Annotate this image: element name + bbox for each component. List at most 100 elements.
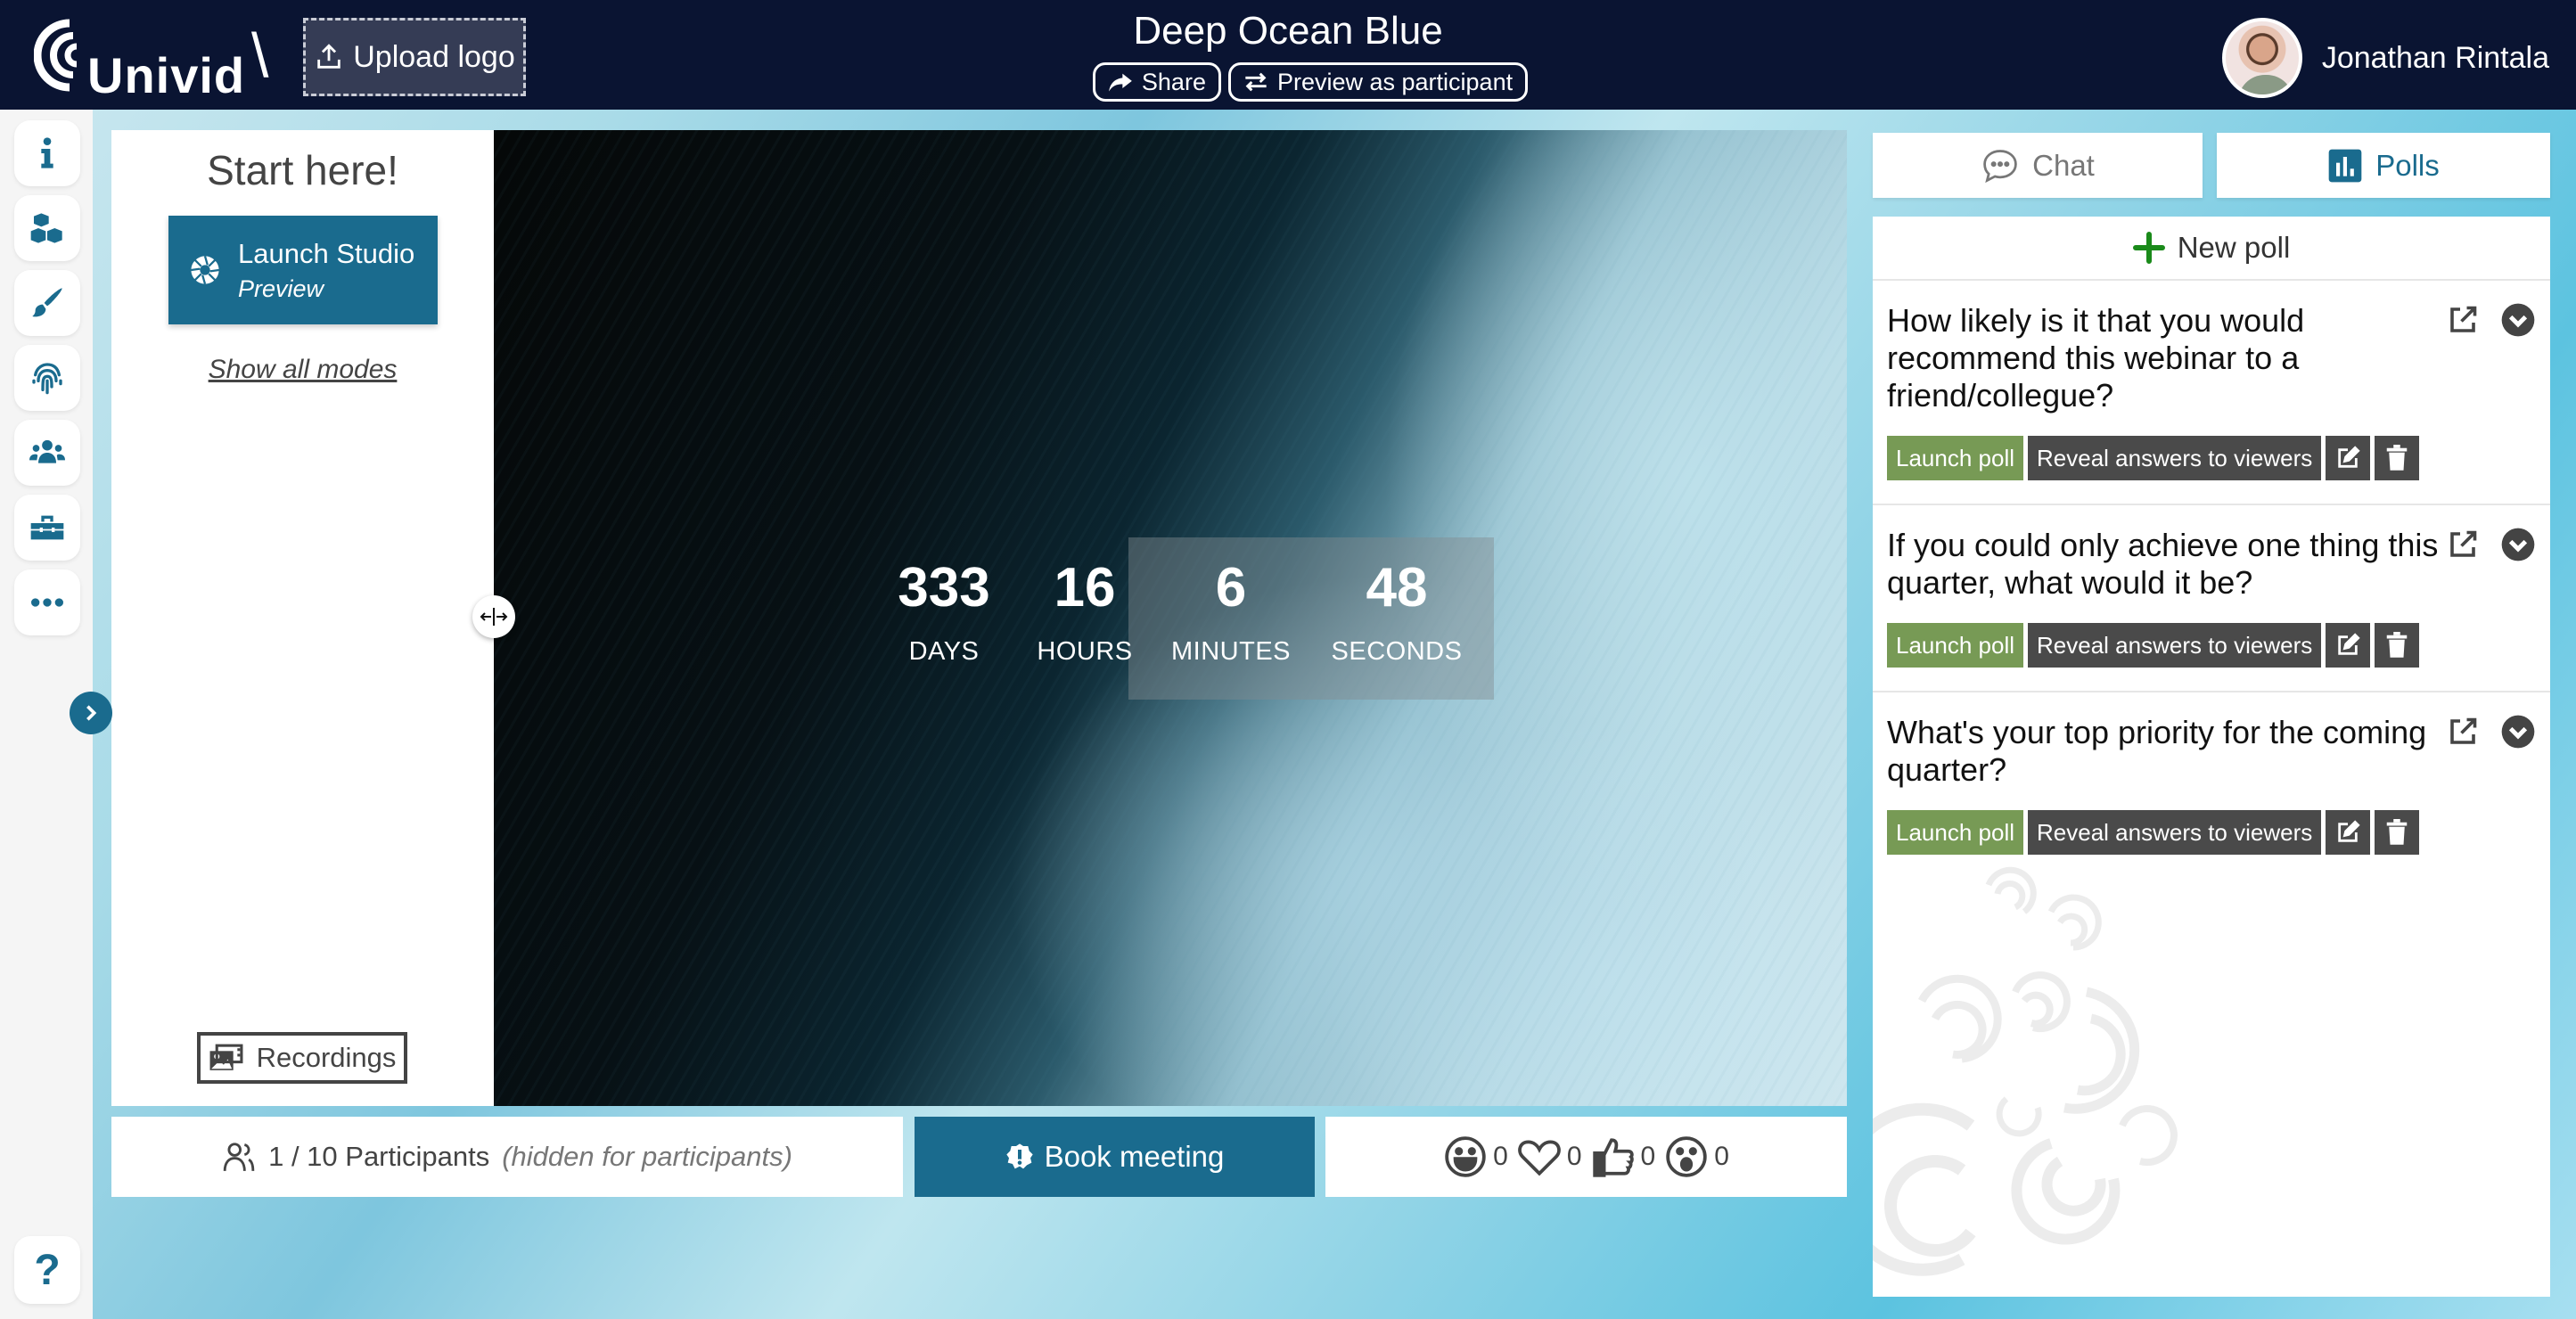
trash-icon <box>2386 445 2408 471</box>
days-value: 333 <box>898 557 990 619</box>
reaction-count: 0 <box>1640 1142 1656 1171</box>
reaction-laugh[interactable]: 0 <box>1443 1135 1508 1179</box>
reactions-bar: 0 0 0 0 <box>1325 1117 1847 1197</box>
tab-chat[interactable]: Chat <box>1873 133 2203 198</box>
external-link-icon[interactable] <box>2447 716 2479 748</box>
reveal-answers-button[interactable]: Reveal answers to viewers <box>2028 623 2322 668</box>
user-menu[interactable]: Jonathan Rintala <box>2221 18 2549 98</box>
seconds-label: SECONDS <box>1331 637 1463 666</box>
panel-resize-handle[interactable] <box>472 595 515 638</box>
chevron-down-circle-icon[interactable] <box>2500 527 2536 562</box>
sidebar-item-toolbox[interactable] <box>14 495 80 561</box>
launch-studio-button[interactable]: Launch Studio Preview <box>168 216 438 324</box>
more-icon <box>31 598 63 607</box>
countdown-hours: 16 HOURS <box>1020 556 1150 667</box>
thumbs-up-icon <box>1592 1138 1634 1177</box>
countdown-days: 333 DAYS <box>868 556 1020 667</box>
edit-icon <box>2338 633 2360 655</box>
launch-poll-button[interactable]: Launch poll <box>1887 436 2023 480</box>
launch-poll-button[interactable]: Launch poll <box>1887 623 2023 668</box>
participants-hint: (hidden for participants) <box>502 1141 792 1172</box>
tab-polls-label: Polls <box>2375 148 2440 182</box>
edit-poll-button[interactable] <box>2326 436 2371 480</box>
recordings-icon <box>209 1044 243 1070</box>
hours-value: 16 <box>1054 557 1116 619</box>
new-poll-button[interactable]: New poll <box>1873 217 2550 281</box>
book-meeting-button[interactable]: Book meeting <box>915 1117 1315 1197</box>
header-actions: Share Preview as participant <box>0 62 2576 102</box>
recordings-label: Recordings <box>256 1042 397 1073</box>
external-link-icon[interactable] <box>2447 304 2479 336</box>
chevron-down-circle-icon[interactable] <box>2500 302 2536 338</box>
reaction-count: 0 <box>1714 1142 1729 1171</box>
reaction-surprised[interactable]: 0 <box>1664 1135 1729 1179</box>
reaction-thumbs-up[interactable]: 0 <box>1591 1135 1656 1179</box>
countdown: 333 DAYS 16 HOURS 6 MINUTES 48 SECONDS <box>868 556 1481 667</box>
sidebar-item-security[interactable] <box>14 345 80 411</box>
cubes-icon <box>30 213 62 243</box>
launch-mode-label: Preview <box>238 274 324 302</box>
edit-poll-button[interactable] <box>2326 623 2371 668</box>
show-all-modes-link[interactable]: Show all modes <box>111 355 494 385</box>
participants-bar: 1 / 10 Participants (hidden for particip… <box>111 1117 903 1197</box>
countdown-seconds: 48 SECONDS <box>1312 556 1481 667</box>
toolbox-icon <box>30 515 64 540</box>
resize-horizontal-icon <box>480 608 508 626</box>
heart-icon <box>1517 1140 1561 1176</box>
info-icon <box>41 137 53 168</box>
share-icon <box>1109 73 1132 92</box>
chat-icon <box>1983 149 2017 183</box>
share-label: Share <box>1141 68 1206 95</box>
preview-as-participant-button[interactable]: Preview as participant <box>1227 62 1529 102</box>
help-button[interactable]: ? <box>14 1236 80 1304</box>
poll-item: If you could only achieve one thing this… <box>1873 505 2550 692</box>
user-name: Jonathan Rintala <box>2321 40 2549 75</box>
countdown-minutes: 6 MINUTES <box>1150 556 1312 667</box>
tab-polls[interactable]: Polls <box>2217 133 2550 198</box>
surprised-icon <box>1666 1136 1707 1177</box>
delete-poll-button[interactable] <box>2375 810 2420 855</box>
poll-item: How likely is it that you would recommen… <box>1873 281 2550 505</box>
reveal-answers-button[interactable]: Reveal answers to viewers <box>2028 436 2322 480</box>
reaction-count: 0 <box>1566 1142 1582 1171</box>
expand-sidebar-button[interactable] <box>70 692 112 734</box>
users-icon <box>29 439 65 463</box>
sidebar-item-more[interactable] <box>14 569 80 635</box>
reaction-heart[interactable]: 0 <box>1517 1135 1582 1179</box>
plus-icon <box>2132 232 2165 264</box>
edit-icon <box>2338 446 2360 468</box>
reaction-count: 0 <box>1493 1142 1508 1171</box>
fingerprint-icon <box>32 363 62 395</box>
edit-poll-button[interactable] <box>2326 810 2371 855</box>
sidebar-item-design[interactable] <box>14 270 80 336</box>
sidebar-item-users[interactable] <box>14 420 80 486</box>
chevron-down-circle-icon[interactable] <box>2500 714 2536 750</box>
poll-question: How likely is it that you would recommen… <box>1887 302 2305 414</box>
help-icon: ? <box>34 1246 61 1294</box>
avatar <box>2221 18 2302 98</box>
exclamation-badge-icon <box>1005 1143 1033 1169</box>
delete-poll-button[interactable] <box>2375 436 2420 480</box>
tab-chat-label: Chat <box>2032 148 2095 182</box>
poll-chart-icon <box>2328 149 2362 182</box>
days-label: DAYS <box>908 637 980 666</box>
launch-studio-label: Launch Studio <box>238 237 415 269</box>
edit-icon <box>2338 820 2360 842</box>
recordings-button[interactable]: Recordings <box>197 1032 407 1084</box>
sidebar-item-cubes[interactable] <box>14 195 80 261</box>
top-header: Univid \ Upload logo Deep Ocean Blue Sha… <box>0 0 2576 110</box>
delete-poll-button[interactable] <box>2375 623 2420 668</box>
poll-question: What's your top priority for the coming … <box>1887 714 2427 788</box>
laugh-icon <box>1445 1136 1486 1177</box>
share-button[interactable]: Share <box>1092 62 1221 102</box>
seconds-value: 48 <box>1366 557 1428 619</box>
exchange-icon <box>1245 72 1267 92</box>
book-meeting-label: Book meeting <box>1044 1140 1225 1173</box>
external-link-icon[interactable] <box>2447 528 2479 561</box>
trash-icon <box>2386 819 2408 845</box>
sidebar-item-info[interactable] <box>14 120 80 186</box>
participants-count: 1 / 10 Participants <box>268 1141 490 1172</box>
chevron-right-icon <box>86 705 97 721</box>
event-title: Deep Ocean Blue <box>1133 9 1443 53</box>
aperture-icon <box>191 256 219 284</box>
